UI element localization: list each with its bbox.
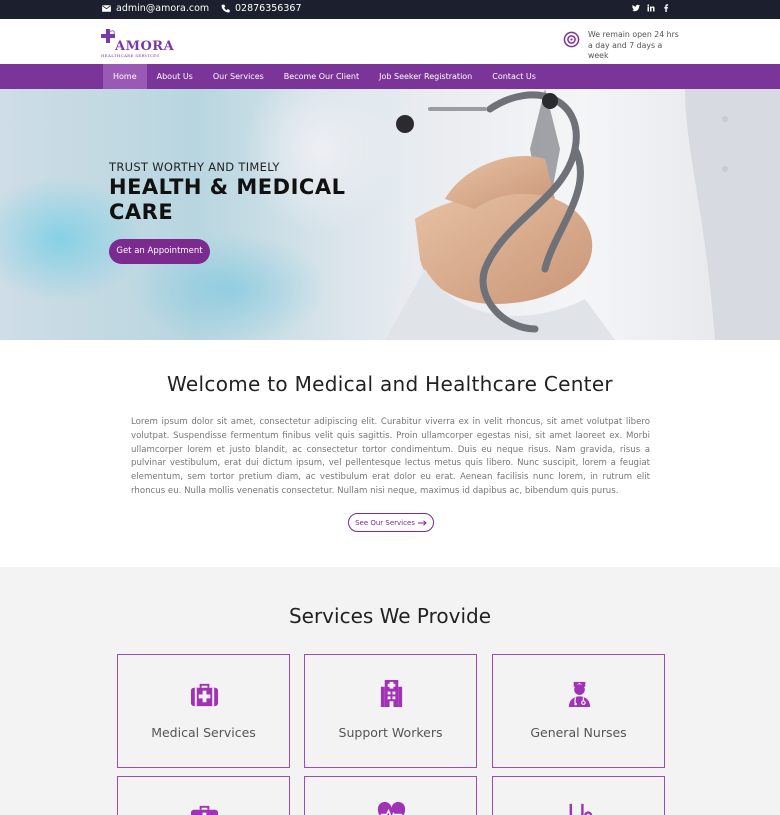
service-card-label: General Nurses [530,725,627,740]
medical-cross-icon [190,805,219,815]
service-card-general-nurses[interactable]: General Nurses [492,654,665,768]
email-text: admin@amora.com [116,3,210,14]
phone-icon [221,4,230,13]
service-card-medical-services[interactable]: Medical Services [117,654,290,768]
service-card-label: Support Workers [338,725,443,740]
envelope-icon [102,5,111,12]
doctor-image [385,89,780,340]
nurse-icon [568,681,591,708]
arrow-right-icon [417,519,427,526]
heartbeat-icon [377,801,406,815]
service-card-support-workers[interactable]: Support Workers [304,654,477,768]
phone-text: 02876356367 [235,3,302,14]
hospital-building-icon [380,679,403,708]
target-icon [563,31,580,48]
hours-text: We remain open 24 hrs a day and 7 days a… [588,30,679,60]
logo-name: AMORA [115,39,175,54]
service-card-6[interactable] [492,776,665,815]
get-appointment-button[interactable]: Get an Appointment [109,239,210,264]
logo-cross-icon [101,29,115,43]
service-card-label: Medical Services [151,725,256,740]
phone-contact[interactable]: 02876356367 [221,3,302,14]
facebook-icon[interactable] [662,4,670,12]
hero-tagline: TRUST WORTHY AND TIMELY [109,160,280,174]
see-our-services-button[interactable]: See Our Services [348,513,434,532]
nav-item-become-our-client[interactable]: Become Our Client [274,64,369,89]
email-contact[interactable]: admin@amora.com [102,3,209,14]
welcome-section: Welcome to Medical and Healthcare Center… [0,340,780,567]
services-section: Services We Provide Medical Services Sup… [0,567,780,815]
see-our-services-label: See Our Services [355,518,415,527]
nav-item-home[interactable]: Home [103,64,147,89]
service-card-5[interactable] [304,776,477,815]
welcome-body: Lorem ipsum dolor sit amet, consectetur … [131,417,650,496]
stethoscope-icon [569,803,593,815]
linkedin-icon[interactable] [647,4,655,12]
nav-item-about-us[interactable]: About Us [147,64,203,89]
hero-banner: TRUST WORTHY AND TIMELY HEALTH & MEDICAL… [0,89,780,340]
twitter-icon[interactable] [632,4,640,12]
hero-headline: HEALTH & MEDICAL CARE [109,175,346,224]
main-navigation: Home About Us Our Services Become Our Cl… [0,64,780,89]
site-header: AMORA HEALTHCARE SERVICES We remain open… [0,19,780,64]
nav-item-contact-us[interactable]: Contact Us [482,64,546,89]
services-title: Services We Provide [288,604,492,628]
social-links [632,4,670,12]
opening-hours: We remain open 24 hrs a day and 7 days a… [563,30,683,62]
nav-item-job-seeker-registration[interactable]: Job Seeker Registration [369,64,482,89]
top-bar: admin@amora.com 02876356367 [0,0,780,19]
welcome-title: Welcome to Medical and Healthcare Center [167,372,613,396]
medical-kit-icon [190,683,219,707]
service-card-4[interactable] [117,776,290,815]
amora-logo[interactable]: AMORA HEALTHCARE SERVICES [101,25,174,59]
logo-tagline: HEALTHCARE SERVICES [101,53,160,58]
nav-item-our-services[interactable]: Our Services [203,64,274,89]
